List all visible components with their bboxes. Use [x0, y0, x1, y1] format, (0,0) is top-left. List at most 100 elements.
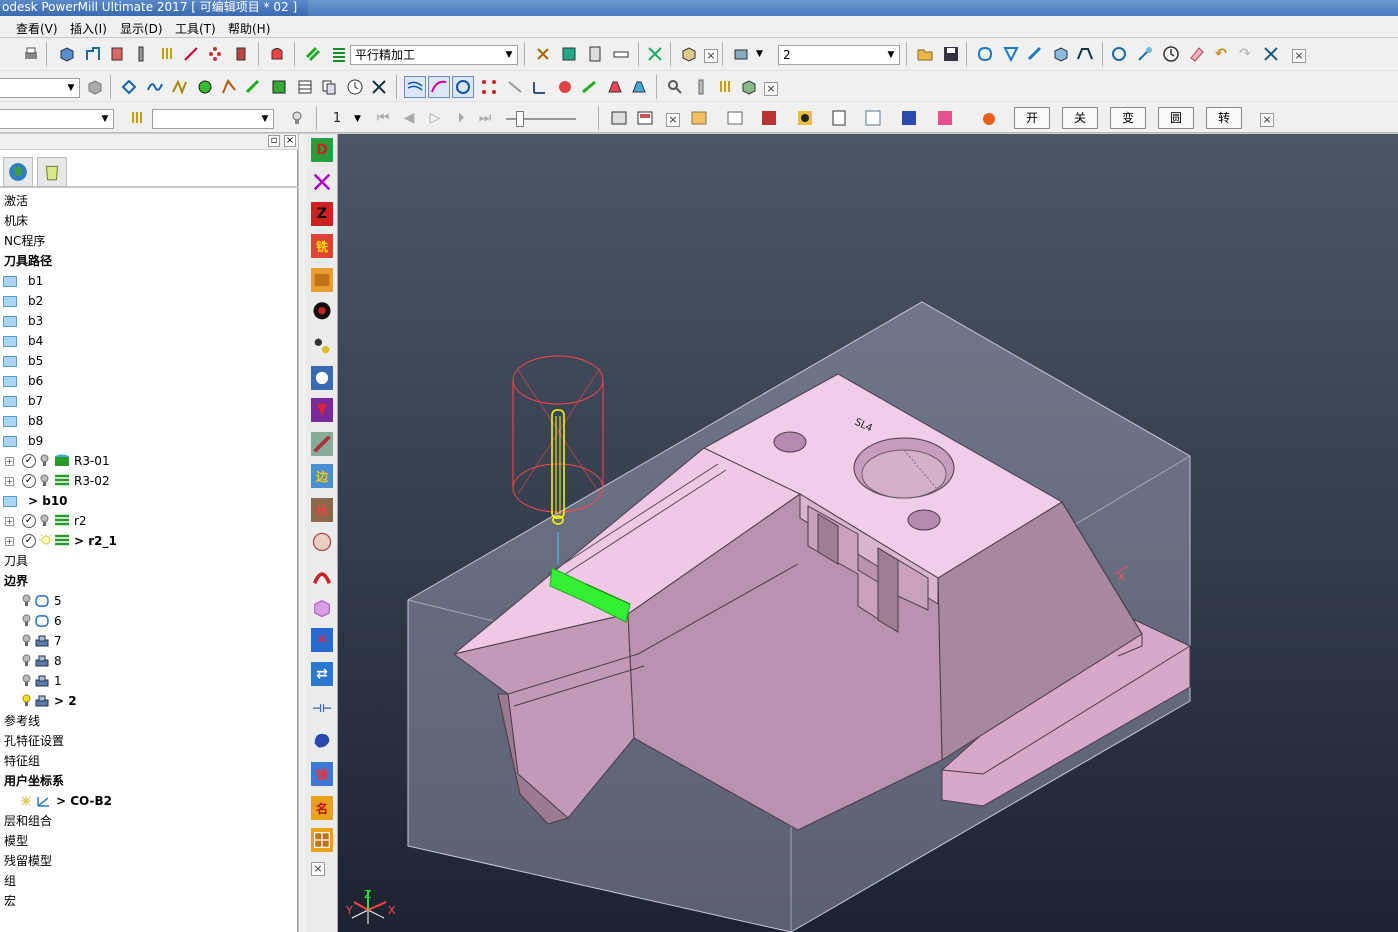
tree-item[interactable]: b3 [0, 311, 296, 331]
simulation-icon[interactable] [678, 43, 700, 65]
lightbulb-on-icon[interactable] [22, 694, 31, 708]
axis-icon[interactable] [528, 76, 550, 98]
steep-shallow-icon[interactable] [242, 76, 264, 98]
probe-icon[interactable] [690, 76, 712, 98]
circle-button[interactable]: 圆 [1158, 107, 1194, 129]
check-icon[interactable]: ✓ [22, 454, 36, 468]
menu-tools[interactable]: 工具(T) [175, 20, 216, 37]
tree-item[interactable]: + ✓ R3-01 [0, 451, 296, 471]
close-icon[interactable]: × [704, 49, 718, 63]
tree-item[interactable]: b6 [0, 371, 296, 391]
tree-item[interactable]: 宏 [0, 891, 296, 911]
split-icon[interactable] [311, 564, 333, 588]
rose-icon[interactable] [311, 530, 333, 554]
tree-item[interactable]: + ✓ r2 [0, 511, 296, 531]
tree-item[interactable]: 层和组合 [0, 811, 296, 831]
lightbulb-icon[interactable] [22, 634, 31, 648]
menu-display[interactable]: 显示(D) [120, 20, 163, 37]
cross-icon[interactable]: ✕ [311, 628, 333, 652]
tree-item[interactable]: b4 [0, 331, 296, 351]
globe-icon[interactable] [3, 157, 33, 187]
view-mode-1-icon[interactable] [404, 76, 426, 98]
leads-icon[interactable] [180, 43, 202, 65]
transform-icon[interactable] [644, 43, 666, 65]
measure-icon[interactable] [610, 43, 632, 65]
timer-icon[interactable] [344, 76, 366, 98]
off-button[interactable]: 关 [1062, 107, 1098, 129]
check-icon[interactable]: ✓ [22, 514, 36, 528]
shading-icon[interactable] [608, 107, 630, 129]
workplane-icon[interactable] [730, 43, 752, 65]
close-icon[interactable]: × [666, 113, 680, 127]
block-icon[interactable] [56, 43, 78, 65]
reorder-icon[interactable] [1134, 43, 1156, 65]
tool-combo[interactable]: ▼ [152, 109, 274, 129]
play-icon[interactable]: ▷ [424, 107, 446, 129]
close-icon[interactable]: × [1260, 113, 1274, 127]
copy-icon[interactable] [318, 76, 340, 98]
speed-slider-thumb[interactable] [516, 111, 524, 127]
grid-icon[interactable] [311, 828, 333, 852]
tree-item[interactable]: 激活 [0, 191, 296, 211]
macro-4-icon[interactable] [862, 107, 884, 129]
simulation-view-icon[interactable] [634, 107, 656, 129]
feeds-speeds-icon[interactable] [106, 43, 128, 65]
number-combo[interactable]: 2 ▼ [778, 45, 900, 65]
macro-mill-icon[interactable]: 铣 [311, 234, 333, 258]
menu-view[interactable]: 查看(V) [16, 20, 58, 37]
tree-item[interactable]: 残留模型 [0, 851, 296, 871]
tree-item[interactable]: 机床 [0, 211, 296, 231]
rapid-move-icon[interactable] [82, 43, 104, 65]
tree-item[interactable]: 7 [0, 631, 296, 651]
lightbulb-icon[interactable] [40, 454, 49, 468]
chevron-down-icon[interactable]: ▼ [501, 46, 517, 64]
view-mode-2-icon[interactable] [428, 76, 450, 98]
stock-icon[interactable] [604, 76, 626, 98]
search-icon[interactable] [664, 76, 686, 98]
macro-7-icon[interactable] [978, 107, 1000, 129]
gears-icon[interactable] [311, 334, 333, 358]
points-icon[interactable] [204, 43, 226, 65]
stock-model-icon[interactable] [1074, 43, 1096, 65]
rotate-icon[interactable] [118, 76, 140, 98]
tree-item[interactable]: b7 [0, 391, 296, 411]
lightbulb-icon[interactable] [22, 674, 31, 688]
strategy-combo[interactable]: 平行精加工 ▼ [350, 45, 518, 65]
tree-item[interactable]: > CO-B2 [0, 791, 296, 811]
tree-item[interactable]: > 2 [0, 691, 296, 711]
macro-mirror-icon[interactable]: 镜 [311, 762, 333, 786]
tree-item[interactable]: 8 [0, 651, 296, 671]
view-mode-3-icon[interactable] [452, 76, 474, 98]
tree-item[interactable]: 刀具 [0, 551, 296, 571]
tree-item[interactable]: 特征组 [0, 751, 296, 771]
redo-icon[interactable]: ↷ [1234, 43, 1256, 65]
hand-icon[interactable] [311, 366, 333, 390]
open-folder-icon[interactable] [914, 43, 936, 65]
macro-3-icon[interactable] [828, 107, 850, 129]
turn-button[interactable]: 转 [1206, 107, 1242, 129]
boundary-icon[interactable] [974, 43, 996, 65]
lightbulb-on-icon[interactable] [38, 534, 54, 548]
model-icon[interactable] [1050, 43, 1072, 65]
macro-z-icon[interactable]: Z [311, 202, 333, 226]
step-icon[interactable]: 1 [326, 107, 348, 129]
brush-icon[interactable] [126, 107, 148, 129]
book-icon[interactable] [688, 107, 710, 129]
macro-edge-icon[interactable]: 边 [311, 464, 333, 488]
save-icon[interactable] [940, 43, 962, 65]
chevron-down-icon[interactable]: ▼ [257, 110, 273, 128]
cube-icon[interactable] [311, 596, 333, 620]
toolpath-edit-icon[interactable] [1260, 43, 1282, 65]
macro-1-icon[interactable] [758, 107, 780, 129]
chevron-down-icon[interactable]: ▼ [756, 49, 763, 59]
restore-icon[interactable]: ▫ [268, 135, 280, 147]
menu-help[interactable]: 帮助(H) [228, 20, 270, 37]
stock-2-icon[interactable] [628, 76, 650, 98]
expand-icon[interactable]: + [5, 477, 14, 486]
pattern-icon[interactable] [558, 43, 580, 65]
frame-icon[interactable] [724, 107, 746, 129]
lightbulb-icon[interactable] [22, 594, 31, 608]
collision-icon[interactable] [554, 76, 576, 98]
chevron-down-icon[interactable]: ▼ [883, 46, 899, 64]
table-icon[interactable] [294, 76, 316, 98]
